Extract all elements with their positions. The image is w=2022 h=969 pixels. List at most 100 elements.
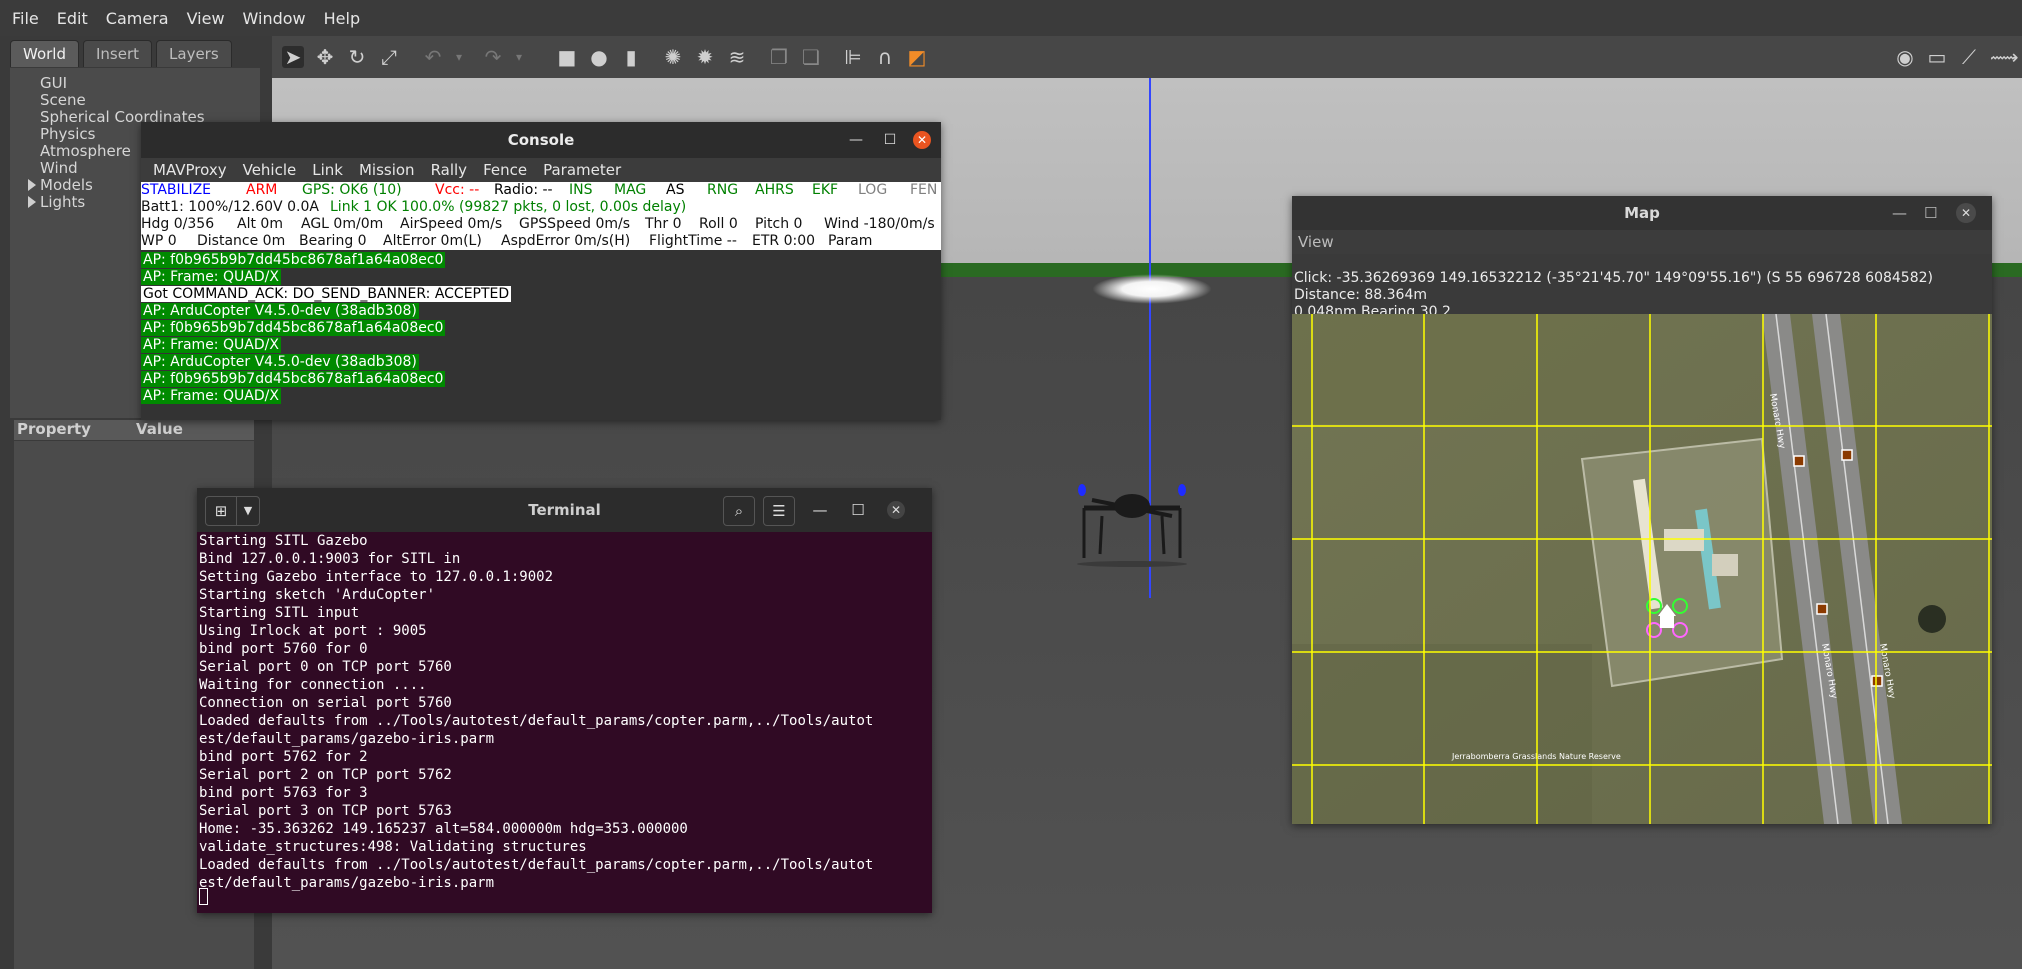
status-flag: RNG	[707, 182, 739, 198]
status-value: AirSpeed 0m/s	[400, 216, 503, 232]
undo-history-icon[interactable]: ▾	[448, 46, 470, 68]
terminal-output[interactable]: Starting SITL Gazebo Bind 127.0.0.1:9003 …	[197, 532, 932, 913]
terminal-line: Loaded defaults from ../Tools/autotest/d…	[199, 857, 874, 873]
menu-edit[interactable]: Edit	[51, 9, 94, 28]
status-flag: MAG	[614, 182, 647, 198]
plot-icon[interactable]: ⟋	[1958, 46, 1980, 68]
tab-insert[interactable]: Insert	[83, 40, 153, 67]
align-icon[interactable]: ⊫	[842, 46, 864, 68]
menu-mission[interactable]: Mission	[353, 158, 421, 182]
gazebo-toolbar: ➤ ✥ ↻ ⤢ ↶ ▾ ↷ ▾ ■ ● ▮ ✺ ✹ ≋ ❐ ❏ ⊫ ∩ ◩ ◉ …	[272, 36, 2022, 78]
redo-icon[interactable]: ↷	[482, 46, 504, 68]
status-flag: STABILIZE	[141, 182, 212, 198]
tree-item-lights[interactable]: Lights	[40, 193, 85, 211]
minimize-icon[interactable]: —	[847, 131, 865, 149]
directional-light-icon[interactable]: ≋	[726, 46, 748, 68]
menu-fence[interactable]: Fence	[477, 158, 533, 182]
status-value: AltError 0m(L)	[383, 233, 482, 249]
snap-icon[interactable]: ∩	[874, 46, 896, 68]
tree-item-gui[interactable]: GUI	[40, 74, 67, 92]
paste-icon[interactable]: ❏	[800, 46, 822, 68]
terminal-line: Bind 127.0.0.1:9003 for SITL in	[199, 551, 461, 567]
status-value: FlightTime --	[649, 233, 737, 249]
box-shape-icon[interactable]: ■	[556, 46, 578, 68]
menu-window[interactable]: Window	[237, 9, 312, 28]
menu-camera[interactable]: Camera	[100, 9, 175, 28]
menu-help[interactable]: Help	[318, 9, 366, 28]
close-icon[interactable]: ✕	[1956, 203, 1976, 223]
maximize-icon[interactable]: ☐	[849, 501, 867, 519]
select-tool-icon[interactable]: ➤	[282, 46, 304, 68]
quadcopter-model[interactable]	[1062, 478, 1202, 568]
tree-item-wind[interactable]: Wind	[40, 159, 78, 177]
menu-rally[interactable]: Rally	[425, 158, 474, 182]
minimize-icon[interactable]: —	[811, 501, 829, 519]
minimize-icon[interactable]: —	[1892, 204, 1907, 222]
menu-view[interactable]: View	[181, 9, 231, 28]
tree-item-scene[interactable]: Scene	[40, 91, 86, 109]
tree-item-atmosphere[interactable]: Atmosphere	[40, 142, 131, 160]
translate-tool-icon[interactable]: ✥	[314, 46, 336, 68]
terminal-cursor	[199, 888, 208, 905]
terminal-line: Using Irlock at port : 9005	[199, 623, 427, 639]
tree-item-models[interactable]: Models	[40, 176, 93, 194]
console-log-line: Got COMMAND_ACK: DO_SEND_BANNER: ACCEPTE…	[141, 286, 512, 302]
menu-view[interactable]: View	[1298, 233, 1334, 251]
menu-mavproxy[interactable]: MAVProxy	[147, 158, 233, 182]
console-log-line: AP: Frame: QUAD/X	[141, 269, 281, 285]
tab-layers[interactable]: Layers	[156, 40, 232, 67]
new-tab-icon[interactable]: ⊞	[205, 496, 237, 526]
status-value: ETR 0:00	[752, 233, 816, 249]
redo-history-icon[interactable]: ▾	[508, 46, 530, 68]
log-icon[interactable]: ▭	[1926, 46, 1948, 68]
expand-lights-icon[interactable]	[28, 196, 36, 208]
maximize-icon[interactable]: ☐	[1924, 204, 1937, 222]
status-value: Pitch 0	[755, 216, 803, 232]
undo-icon[interactable]: ↶	[422, 46, 444, 68]
close-icon[interactable]: ✕	[887, 501, 905, 519]
hamburger-menu-icon[interactable]: ☰	[763, 496, 795, 526]
satellite-map[interactable]: Monaro Hwy Monaro Hwy Monaro Hwy Jerrabo…	[1292, 314, 1992, 824]
menu-link[interactable]: Link	[306, 158, 349, 182]
console-log-line: AP: ArduCopter V4.5.0-dev (38adb308)	[141, 303, 419, 319]
status-value: Hdg 0/356	[141, 216, 215, 232]
maximize-icon[interactable]: ☐	[881, 131, 899, 149]
point-light-icon[interactable]: ✺	[662, 46, 684, 68]
change-view-icon[interactable]: ◩	[906, 46, 928, 68]
rotate-tool-icon[interactable]: ↻	[346, 46, 368, 68]
console-log-line: AP: Frame: QUAD/X	[141, 337, 281, 353]
terminal-line: Starting sketch 'ArduCopter'	[199, 587, 436, 603]
terminal-line: Waiting for connection ....	[199, 677, 427, 693]
terminal-line: bind port 5760 for 0	[199, 641, 368, 657]
menu-parameter[interactable]: Parameter	[537, 158, 627, 182]
spot-light-icon[interactable]: ✹	[694, 46, 716, 68]
copy-icon[interactable]: ❐	[768, 46, 790, 68]
scale-tool-icon[interactable]: ⤢	[378, 46, 400, 68]
tree-item-physics[interactable]: Physics	[40, 125, 95, 143]
status-value: Param	[828, 233, 873, 249]
cylinder-shape-icon[interactable]: ▮	[620, 46, 642, 68]
menu-vehicle[interactable]: Vehicle	[237, 158, 303, 182]
close-icon[interactable]: ✕	[913, 131, 931, 149]
search-icon[interactable]: ⌕	[723, 496, 755, 526]
menu-file[interactable]: File	[6, 9, 45, 28]
console-log: AP: f0b965b9b7dd45bc8678af1a64a08ec0 AP: …	[141, 250, 941, 420]
property-table-header: Property Value	[14, 420, 254, 440]
status-value: AspdError 0m/s(H)	[501, 233, 631, 249]
satellite-map-imagery: Monaro Hwy Monaro Hwy Monaro Hwy Jerrabo…	[1292, 314, 1992, 824]
status-value: Roll 0	[699, 216, 738, 232]
console-status-panel: STABILIZE ARM GPS: OK6 (10) Vcc: -- Radio: -…	[141, 182, 941, 250]
expand-models-icon[interactable]	[28, 179, 36, 191]
map-title[interactable]: Map	[1292, 196, 1992, 230]
tab-menu-chevron-down-icon[interactable]: ▼	[236, 496, 260, 526]
runway-light	[1092, 274, 1212, 304]
terminal-window: ⊞ ▼ Terminal ⌕ ☰ — ☐ ✕ Starting SITL Gaz…	[197, 488, 932, 913]
screenshot-icon[interactable]: ◉	[1894, 46, 1916, 68]
map-window: Map — ☐ ✕ View Click: -35.36269369 149.1…	[1292, 196, 1992, 824]
tab-world[interactable]: World	[10, 40, 79, 67]
console-title[interactable]: Console	[141, 122, 941, 158]
terminal-line: bind port 5763 for 3	[199, 785, 368, 801]
sphere-shape-icon[interactable]: ●	[588, 46, 610, 68]
console-log-line: AP: ArduCopter V4.5.0-dev (38adb308)	[141, 354, 419, 370]
video-record-icon[interactable]: ⟿	[1990, 46, 2019, 68]
